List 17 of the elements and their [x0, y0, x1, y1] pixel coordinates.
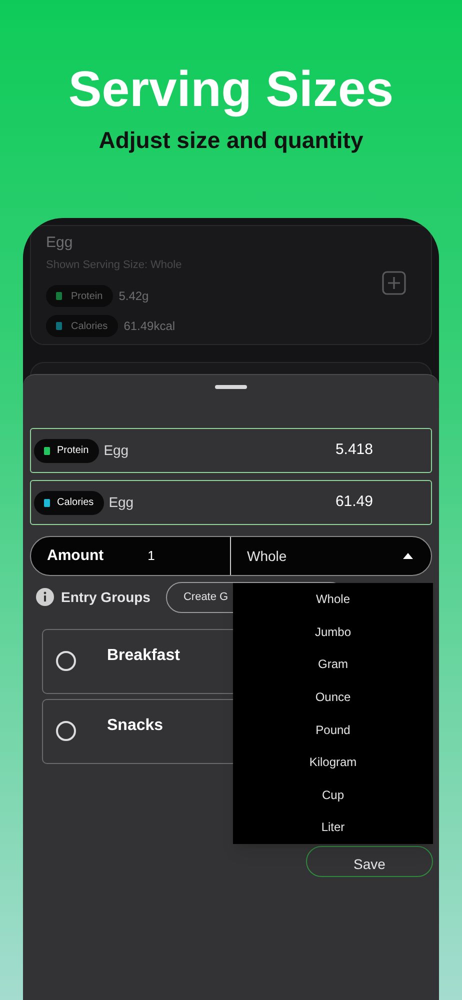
- nutrient-value: 61.49kcal: [124, 318, 176, 335]
- nutrient-value: 5.42g: [118, 288, 149, 305]
- food-name: Egg: [104, 441, 129, 460]
- amount-label: Amount: [47, 546, 104, 566]
- section-label: Entry Groups: [61, 588, 150, 607]
- food-name: Egg: [46, 233, 74, 253]
- group-name: Breakfast: [107, 646, 180, 666]
- nutrient-tag: Calories: [34, 490, 104, 514]
- food-name: Egg: [108, 493, 134, 512]
- page-title: Serving Sizes: [68, 60, 394, 119]
- nutrient-tag: Calories: [46, 315, 118, 337]
- nutrient-tag: Protein: [46, 285, 113, 307]
- entry-value: 61.49: [335, 492, 373, 512]
- group-name: Snacks: [107, 716, 164, 736]
- page-subtitle: Adjust size and quantity: [98, 126, 364, 155]
- nutrient-tag: Protein: [34, 438, 99, 462]
- entry-value: 5.418: [335, 440, 373, 460]
